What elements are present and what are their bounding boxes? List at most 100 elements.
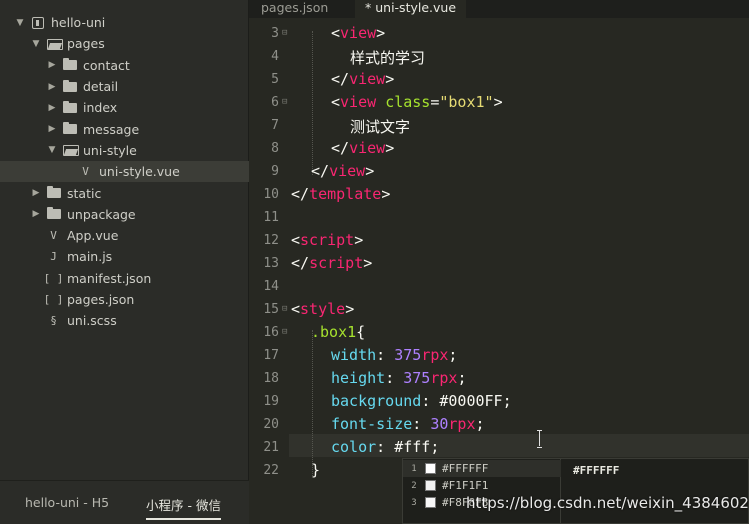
tree-item-uni-scss[interactable]: § uni.scss	[0, 310, 249, 331]
tree-item-label: static	[67, 185, 102, 201]
code-line: }	[311, 461, 321, 479]
vue-file-icon: V	[82, 165, 89, 179]
chevron-down-icon[interactable]: ▼	[30, 38, 42, 50]
chevron-right-icon[interactable]: ▶	[46, 102, 58, 114]
line-number: 11	[263, 210, 279, 225]
line-number: 16	[263, 325, 279, 340]
tree-item-label: detail	[83, 79, 119, 95]
code-editor[interactable]: 3 ⊟ 4 5 6 ⊟ 7 8 9 10 11 12 13 14 15 ⊟ 16…	[249, 18, 749, 524]
fold-toggle-icon[interactable]: ⊟	[282, 97, 287, 107]
tree-item-contact[interactable]: ▶ contact	[0, 55, 249, 76]
code-line: </script>	[291, 254, 373, 272]
code-line: .box1{	[311, 323, 366, 341]
chevron-right-icon[interactable]: ▶	[30, 208, 42, 220]
tab-hello-uni-h5[interactable]: hello-uni - H5	[25, 495, 109, 514]
tree-item-uni-style[interactable]: ▼ uni-style	[0, 140, 249, 161]
autocomplete-preview: #FFFFFF	[573, 464, 620, 477]
code-line: </view>	[311, 162, 375, 180]
tree-item-manifest-json[interactable]: [ ] manifest.json	[0, 268, 249, 289]
line-number: 19	[263, 394, 279, 409]
line-number: 17	[263, 348, 279, 363]
code-line: 样式的学习	[350, 49, 426, 67]
folder-icon	[62, 122, 77, 135]
tree-item-unpackage[interactable]: ▶ unpackage	[0, 204, 249, 225]
chevron-right-icon[interactable]: ▶	[46, 123, 58, 135]
tab-uni-style-vue[interactable]: * uni-style.vue	[355, 0, 467, 18]
tree-item-static[interactable]: ▶ static	[0, 182, 249, 203]
folder-icon	[62, 58, 77, 71]
line-number: 22	[263, 463, 279, 478]
line-number: 10	[263, 187, 279, 202]
project-explorer: ▼ hello-uni ▼ pages ▶ contact ▶ detail ▶…	[0, 0, 249, 524]
folder-icon	[62, 100, 77, 114]
tree-item-label: manifest.json	[67, 270, 152, 286]
tab-wechat-miniprogram[interactable]: 小程序 - 微信	[146, 495, 221, 520]
fold-toggle-icon[interactable]: ⊟	[282, 304, 287, 314]
line-number: 18	[263, 371, 279, 386]
line-number: 5	[271, 72, 279, 87]
code-line: <script>	[291, 231, 364, 249]
watermark: https://blog.csdn.net/weixin_43846020	[466, 494, 749, 512]
line-number: 9	[271, 164, 279, 179]
code-line: 测试文字	[350, 118, 411, 136]
code-line: <view class="box1">	[331, 93, 503, 111]
code-line: font-size: 30rpx;	[331, 415, 485, 433]
json-file-icon: [ ]	[43, 271, 64, 285]
tree-item-detail[interactable]: ▶ detail	[0, 76, 249, 97]
code-line: height: 375rpx;	[331, 369, 467, 387]
tree-item-label: contact	[83, 57, 130, 73]
tree-item-label: pages.json	[67, 292, 135, 307]
autocomplete-item[interactable]: 2 #F1F1F1	[403, 477, 561, 494]
chevron-down-icon[interactable]: ▼	[14, 17, 26, 29]
tree-item-label: unpackage	[67, 206, 136, 222]
text-cursor-icon	[537, 430, 543, 448]
tree-item-label: index	[83, 100, 118, 116]
autocomplete-list: 1 #FFFFFF 2 #F1F1F1 3 #F8F8F8	[403, 459, 561, 524]
tree-item-label: message	[83, 121, 140, 137]
folder-icon	[62, 79, 77, 93]
json-file-icon: [ ]	[43, 293, 64, 306]
autocomplete-popup: 1 #FFFFFF 2 #F1F1F1 3 #F8F8F8 #FFFFFF	[402, 458, 749, 524]
folder-icon	[46, 186, 61, 199]
line-number: 21	[263, 440, 279, 455]
folder-open-icon	[46, 38, 63, 50]
chevron-right-icon[interactable]: ▶	[46, 59, 58, 71]
color-swatch	[425, 497, 436, 508]
run-target-tabs: hello-uni - H5 小程序 - 微信	[0, 480, 249, 524]
code-line: background: #0000FF;	[331, 392, 512, 410]
folder-icon	[46, 207, 61, 220]
tree-item-message[interactable]: ▶ message	[0, 118, 249, 139]
code-line: width: 375rpx;	[331, 346, 458, 364]
fold-toggle-icon[interactable]: ⊟	[282, 327, 287, 337]
chevron-right-icon[interactable]: ▶	[46, 81, 58, 93]
editor-tab-bar: pages.json * uni-style.vue	[249, 0, 749, 18]
chevron-right-icon[interactable]: ▶	[30, 187, 42, 199]
tree-item-hello-uni[interactable]: ▼ hello-uni	[0, 12, 249, 33]
line-number: 20	[263, 417, 279, 432]
color-swatch	[425, 463, 436, 474]
tree-item-main-js[interactable]: J main.js	[0, 246, 249, 267]
code-line: </template>	[291, 185, 391, 203]
tree-item-label: hello-uni	[51, 15, 106, 31]
autocomplete-item[interactable]: 1 #FFFFFF	[403, 460, 561, 477]
tree-item-label: App.vue	[67, 228, 119, 244]
tree-item-uni-style-vue[interactable]: V uni-style.vue	[0, 161, 249, 183]
chevron-down-icon[interactable]: ▼	[46, 144, 58, 156]
tree-item-pages[interactable]: ▼ pages	[0, 33, 249, 54]
tree-item-label: uni-style	[83, 142, 137, 158]
line-number-gutter: 3 ⊟ 4 5 6 ⊟ 7 8 9 10 11 12 13 14 15 ⊟ 16…	[249, 18, 289, 524]
line-number: 4	[271, 49, 279, 64]
line-number: 15	[263, 302, 279, 317]
tree-item-label: uni.scss	[67, 313, 117, 329]
fold-toggle-icon[interactable]: ⊟	[282, 28, 287, 38]
line-number: 6	[271, 95, 279, 110]
code-line: </view>	[331, 70, 395, 88]
tree-item-label: pages	[67, 36, 105, 52]
line-number: 7	[271, 118, 279, 133]
tree-item-pages-json[interactable]: [ ] pages.json	[0, 289, 249, 310]
code-line: <view>	[331, 24, 386, 42]
tree-item-index[interactable]: ▶ index	[0, 97, 249, 118]
tree-item-app-vue[interactable]: V App.vue	[0, 225, 249, 246]
code-line: </view>	[331, 139, 395, 157]
tab-pages-json[interactable]: pages.json	[251, 0, 338, 18]
